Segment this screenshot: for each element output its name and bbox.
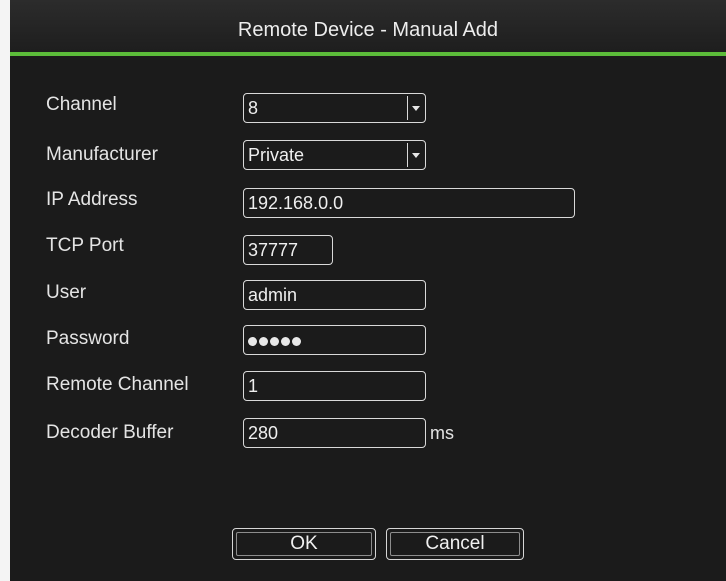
decoder-buffer-label: Decoder Buffer <box>46 422 174 443</box>
channel-dropdown[interactable]: 8 <box>243 93 426 123</box>
remote-channel-label: Remote Channel <box>46 374 189 395</box>
password-mask-dot <box>259 336 268 346</box>
manufacturer-dropdown-button[interactable] <box>407 143 423 167</box>
password-mask-dot <box>248 336 257 346</box>
password-mask-dot <box>281 336 290 346</box>
password-mask-dot <box>292 336 301 346</box>
password-mask-dot <box>270 336 279 346</box>
chevron-down-icon <box>412 106 420 111</box>
manufacturer-dropdown[interactable]: Private <box>243 140 426 170</box>
remote-channel-field[interactable]: 1 <box>243 371 426 401</box>
manufacturer-label: Manufacturer <box>46 144 158 165</box>
tcp-port-field[interactable]: 37777 <box>243 235 333 265</box>
ip-address-field[interactable]: 192.168.0.0 <box>243 188 575 218</box>
decoder-buffer-unit: ms <box>430 423 454 443</box>
decoder-buffer-field[interactable]: 280 <box>243 418 426 448</box>
user-field[interactable]: admin <box>243 280 426 310</box>
manufacturer-value: Private <box>248 145 305 165</box>
channel-label: Channel <box>46 94 117 115</box>
ip-address-label: IP Address <box>46 189 138 210</box>
channel-dropdown-button[interactable] <box>407 96 423 120</box>
dialog-title: Remote Device - Manual Add <box>237 19 499 41</box>
chevron-down-icon <box>412 153 420 158</box>
ok-button-label: OK <box>290 533 318 554</box>
dialog-title-bar: Remote Device - Manual Add <box>10 0 726 52</box>
channel-value: 8 <box>248 98 259 118</box>
manual-add-dialog: Remote Device - Manual Add Channel 8 Man… <box>10 0 726 581</box>
password-field[interactable] <box>243 325 426 355</box>
cancel-button-label: Cancel <box>425 533 485 554</box>
password-label: Password <box>46 328 130 349</box>
ok-button[interactable]: OK <box>232 528 376 560</box>
tcp-port-label: TCP Port <box>46 235 124 256</box>
title-divider <box>10 52 726 56</box>
cancel-button[interactable]: Cancel <box>386 528 524 560</box>
user-label: User <box>46 282 87 303</box>
